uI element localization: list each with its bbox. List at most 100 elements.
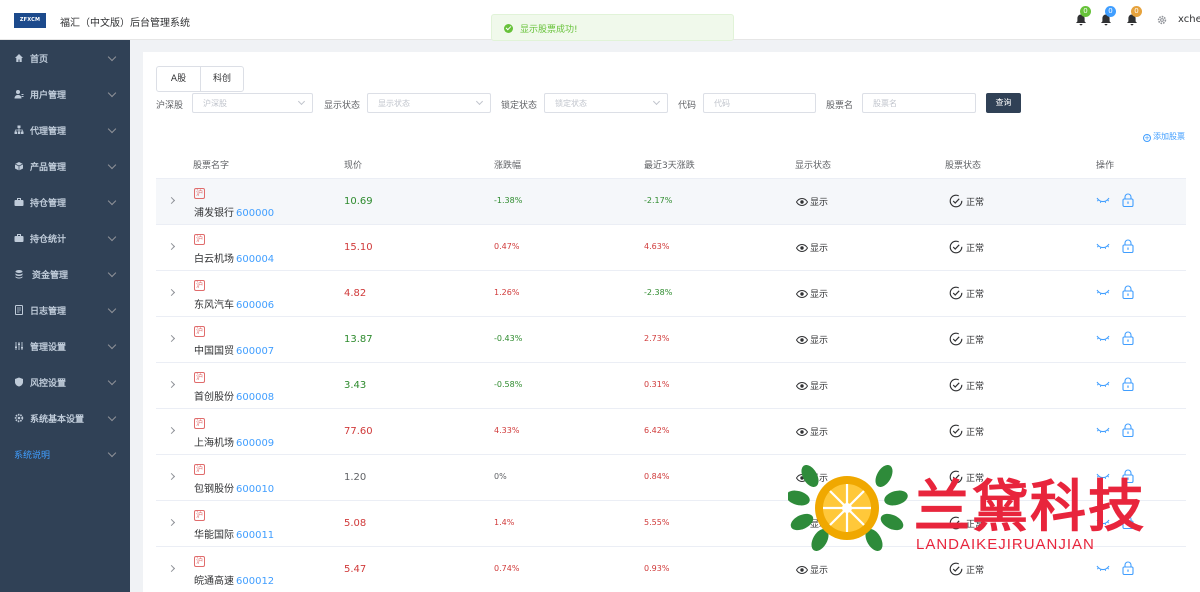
market-badge: 沪 — [194, 280, 205, 291]
sidebar-item-label: 系统基本设置 — [30, 415, 85, 425]
table-row[interactable]: 沪 白云机场 600004 15.10 0.47% 4.63% 显示 正常 — [156, 225, 1186, 271]
stock-price: 10.69 — [344, 196, 373, 207]
sidebar-item-system-settings[interactable]: 系统基本设置 — [0, 400, 130, 436]
sidebar-item-positions[interactable]: 持仓管理 — [0, 184, 130, 220]
money-icon — [15, 270, 23, 279]
stock-price: 4.82 — [344, 288, 367, 299]
stock-name: 中国国贸 600007 — [194, 342, 274, 357]
stock-change-3d: -2.38% — [644, 288, 673, 297]
table-row[interactable]: 沪 中国国贸 600007 13.87 -0.43% 2.73% 显示 正常 — [156, 317, 1186, 363]
name-filter-label: 股票名 — [826, 101, 854, 111]
notification-badge: 0 — [1131, 6, 1142, 17]
column-header-change: 涨跌幅 — [494, 161, 522, 171]
market-badge: 沪 — [194, 372, 205, 383]
stock-change-3d: 2.73% — [644, 334, 670, 343]
lock-icon[interactable] — [1122, 285, 1134, 299]
eye-icon — [796, 382, 808, 390]
display-status: 显示 — [796, 333, 828, 346]
display-status: 显示 — [796, 379, 828, 392]
display-status-text: 显示 — [810, 382, 829, 392]
sidebar-item-risk-settings[interactable]: 风控设置 — [0, 364, 130, 400]
hide-eye-icon[interactable] — [1096, 380, 1110, 389]
eye-icon — [796, 244, 808, 252]
stock-change: 0.47% — [494, 242, 520, 251]
sidebar-item-label: 用户管理 — [30, 91, 67, 101]
sidebar-item-funds[interactable]: 资金管理 — [0, 256, 130, 292]
expand-row-icon[interactable] — [167, 288, 176, 297]
lock-icon[interactable] — [1122, 239, 1134, 253]
stock-name: 东风汽车 600006 — [194, 296, 274, 311]
expand-row-icon[interactable] — [167, 242, 176, 251]
query-button[interactable]: 查询 — [986, 93, 1021, 113]
table-row[interactable]: 沪 首创股份 600008 3.43 -0.58% 0.31% 显示 正常 — [156, 363, 1186, 409]
expand-row-icon[interactable] — [167, 196, 176, 205]
display-status: 显示 — [796, 195, 828, 208]
market-select[interactable]: 沪深股 — [192, 93, 313, 113]
code-input[interactable]: 代码 — [703, 93, 816, 113]
stock-name-input[interactable]: 股票名 — [862, 93, 976, 113]
sidebar-item-label: 资金管理 — [32, 271, 69, 281]
sidebar-item-position-stats[interactable]: 持仓统计 — [0, 220, 130, 256]
sidebar-item-logs[interactable]: 日志管理 — [0, 292, 130, 328]
sidebar-item-home[interactable]: 首页 — [0, 40, 130, 76]
lock-icon[interactable] — [1122, 331, 1134, 345]
stock-change-3d: 6.42% — [644, 426, 670, 435]
stock-change: -1.38% — [494, 196, 523, 205]
lock-icon[interactable] — [1122, 377, 1134, 391]
sidebar-item-users[interactable]: 用户管理 — [0, 76, 130, 112]
expand-row-icon[interactable] — [167, 334, 176, 343]
notification-bell-1[interactable]: 0 — [1074, 6, 1091, 27]
chevron-down-icon — [107, 412, 117, 422]
chevron-down-icon — [107, 304, 117, 314]
expand-row-icon[interactable] — [167, 472, 176, 481]
tab-a-shares[interactable]: A股 — [157, 67, 200, 91]
column-header-display-status: 显示状态 — [795, 161, 832, 171]
expand-row-icon[interactable] — [167, 564, 176, 573]
table-row[interactable]: 沪 东风汽车 600006 4.82 1.26% -2.38% 显示 正常 — [156, 271, 1186, 317]
sidebar-item-products[interactable]: 产品管理 — [0, 148, 130, 184]
chevron-down-icon — [107, 268, 117, 278]
lock-icon[interactable] — [1122, 193, 1134, 207]
expand-row-icon[interactable] — [167, 380, 176, 389]
expand-row-icon[interactable] — [167, 426, 176, 435]
stock-status: 正常 — [949, 194, 984, 208]
hide-eye-icon[interactable] — [1096, 426, 1110, 435]
sidebar-item-system-info[interactable]: 系统说明 — [0, 436, 130, 472]
hide-eye-icon[interactable] — [1096, 334, 1110, 343]
table-row[interactable]: 沪 上海机场 600009 77.60 4.33% 6.42% 显示 正常 — [156, 409, 1186, 455]
stock-change: -0.58% — [494, 380, 523, 389]
notification-bell-3[interactable]: 0 — [1125, 6, 1142, 27]
username[interactable]: xcher — [1178, 14, 1200, 25]
display-status-select[interactable]: 显示状态 — [367, 93, 491, 113]
sidebar-item-admin-settings[interactable]: 管理设置 — [0, 328, 130, 364]
gear-icon[interactable] — [1157, 15, 1167, 25]
tab-star-market[interactable]: 科创 — [200, 67, 243, 91]
add-stock-button[interactable]: + 添加股票 — [1143, 131, 1185, 142]
chevron-down-icon — [107, 196, 117, 206]
lock-status-select[interactable]: 锁定状态 — [544, 93, 668, 113]
stock-change: -0.43% — [494, 334, 523, 343]
stock-code: 600000 — [236, 208, 275, 219]
hide-eye-icon[interactable] — [1096, 242, 1110, 251]
plus-circle-icon: + — [1143, 134, 1151, 142]
stock-status: 正常 — [949, 332, 984, 346]
check-circle-icon — [949, 286, 963, 300]
hide-eye-icon[interactable] — [1096, 288, 1110, 297]
lock-icon[interactable] — [1122, 423, 1134, 437]
sidebar-item-label: 持仓管理 — [30, 199, 67, 209]
sidebar-item-label: 管理设置 — [30, 343, 67, 353]
stock-change: 4.33% — [494, 426, 520, 435]
sidebar-item-agents[interactable]: 代理管理 — [0, 112, 130, 148]
stock-name-text: 东风汽车 — [194, 300, 234, 311]
hide-eye-icon[interactable] — [1096, 196, 1110, 205]
eye-icon — [796, 198, 808, 206]
table-row[interactable]: 沪 浦发银行 600000 10.69 -1.38% -2.17% 显示 正常 — [156, 179, 1186, 225]
check-circle-icon — [949, 240, 963, 254]
stock-name: 上海机场 600009 — [194, 434, 274, 449]
stock-name: 皖通高速 600012 — [194, 572, 274, 587]
market-select-placeholder: 沪深股 — [203, 99, 227, 108]
chevron-down-icon — [107, 340, 117, 350]
expand-row-icon[interactable] — [167, 518, 176, 527]
notification-bell-2[interactable]: 0 — [1099, 6, 1116, 27]
stock-status-text: 正常 — [966, 290, 985, 300]
